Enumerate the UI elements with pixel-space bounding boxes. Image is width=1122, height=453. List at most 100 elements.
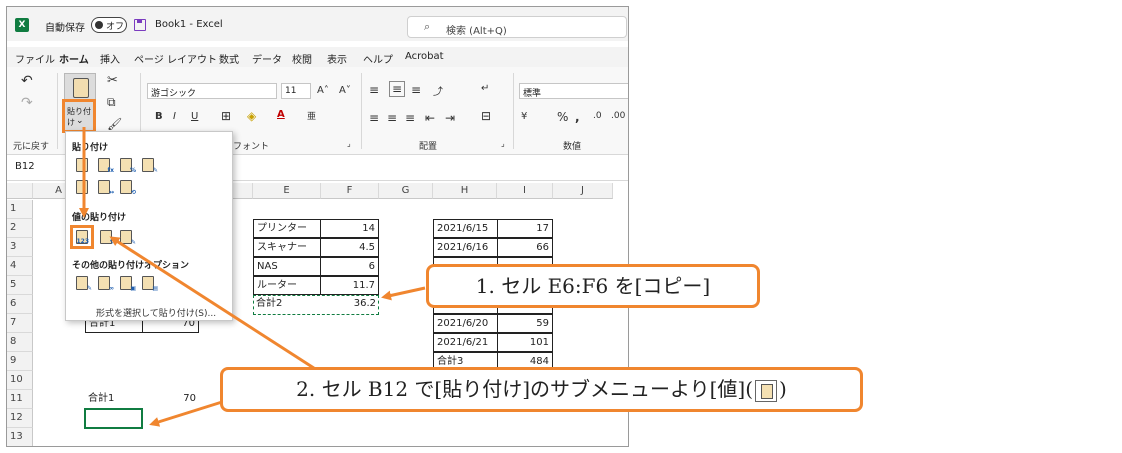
paste-all-icon[interactable] — [74, 156, 92, 174]
align-dialog-launcher-icon[interactable]: ⌟ — [501, 139, 505, 148]
cell-F4[interactable]: 6 — [320, 257, 379, 276]
autosave-toggle[interactable]: オフ — [91, 17, 127, 33]
format-painter-icon[interactable]: 🖌 — [107, 117, 122, 131]
increase-indent-icon[interactable]: ⇥ — [445, 111, 455, 125]
decrease-decimal-icon[interactable]: .00 — [611, 111, 625, 121]
cell-F5[interactable]: 11.7 — [320, 276, 379, 295]
cell-E2[interactable]: プリンター — [253, 219, 321, 238]
font-dialog-launcher-icon[interactable]: ⌟ — [347, 139, 351, 148]
fill-color-icon[interactable]: ◈ — [247, 109, 256, 123]
paste-picture-icon[interactable]: ▣ — [118, 274, 136, 292]
align-center-icon[interactable]: ≡ — [387, 111, 397, 125]
align-left-icon[interactable]: ≡ — [369, 111, 379, 125]
menu-data[interactable]: データ — [252, 51, 282, 66]
row-header[interactable]: 9 — [7, 352, 33, 371]
row-header[interactable]: 7 — [7, 314, 33, 333]
row-header[interactable]: 1 — [7, 200, 33, 219]
paste-values-source-format-icon[interactable]: ✎ — [118, 228, 136, 246]
menu-file[interactable]: ファイル — [15, 51, 55, 66]
paste-special-item[interactable]: 形式を選択して貼り付け(S)... — [96, 306, 216, 319]
orientation-icon[interactable]: ⤴ — [433, 83, 443, 98]
menu-formulas[interactable]: 数式 — [219, 51, 239, 66]
align-right-icon[interactable]: ≡ — [405, 111, 415, 125]
name-box[interactable]: B12 — [11, 161, 67, 177]
italic-icon[interactable]: I — [173, 111, 176, 122]
shrink-font-icon[interactable]: A˅ — [339, 85, 351, 96]
cell-H3[interactable]: 2021/6/16 — [433, 238, 498, 257]
selected-cell-B12[interactable] — [84, 408, 143, 429]
paste-transpose-icon[interactable]: ⟲ — [118, 178, 136, 196]
underline-icon[interactable]: U — [191, 111, 198, 122]
cell-F2[interactable]: 14 — [320, 219, 379, 238]
increase-decimal-icon[interactable]: .0 — [593, 111, 602, 121]
percent-icon[interactable]: % — [557, 110, 568, 124]
align-top-icon[interactable]: ≡ — [369, 83, 379, 97]
row-header[interactable]: 13 — [7, 428, 33, 446]
decrease-indent-icon[interactable]: ⇤ — [425, 111, 435, 125]
paste-formulas-number-format-icon[interactable]: % — [118, 156, 136, 174]
select-all-corner[interactable] — [7, 183, 33, 199]
menu-insert[interactable]: 挿入 — [100, 51, 120, 66]
paste-keep-column-width-icon[interactable]: ↔ — [96, 178, 114, 196]
cell-E5[interactable]: ルーター — [253, 276, 321, 295]
row-header[interactable]: 8 — [7, 333, 33, 352]
grow-font-icon[interactable]: A˄ — [317, 85, 329, 96]
menu-view[interactable]: 表示 — [327, 51, 347, 66]
phonetic-icon[interactable]: 亜 — [307, 109, 316, 122]
menu-review[interactable]: 校閲 — [292, 51, 312, 66]
merge-cells-icon[interactable]: ⊟ — [481, 109, 491, 123]
cell-I8[interactable]: 101 — [497, 333, 553, 352]
paste-values-icon[interactable]: 123 — [70, 225, 94, 249]
paste-values-number-format-icon[interactable]: % — [98, 228, 116, 246]
row-header[interactable]: 6 — [7, 295, 33, 314]
redo-icon[interactable]: ↷ — [21, 95, 33, 111]
cell-E3[interactable]: スキャナー — [253, 238, 321, 257]
column-header[interactable]: I — [497, 183, 553, 199]
column-header[interactable]: G — [379, 183, 433, 199]
cell-H8[interactable]: 2021/6/21 — [433, 333, 498, 352]
search-box[interactable]: ⌕ 検索 (Alt+Q) — [407, 16, 627, 38]
copy-icon[interactable]: ⧉ — [107, 95, 116, 110]
row-header[interactable]: 2 — [7, 219, 33, 238]
row-header[interactable]: 4 — [7, 257, 33, 276]
align-middle-icon[interactable]: ≡ — [389, 81, 406, 97]
borders-icon[interactable]: ⊞ — [221, 109, 231, 123]
column-header[interactable]: E — [253, 183, 321, 199]
bold-icon[interactable]: B — [155, 111, 163, 122]
paste-link-icon[interactable]: ∞ — [96, 274, 114, 292]
undo-icon[interactable]: ↶ — [21, 73, 33, 89]
column-header[interactable]: H — [433, 183, 497, 199]
paste-linked-picture-icon[interactable]: ▤ — [140, 274, 158, 292]
menu-page-layout[interactable]: ページ レイアウト — [134, 51, 217, 66]
column-header[interactable]: F — [321, 183, 379, 199]
font-color-icon[interactable]: A — [277, 109, 285, 120]
accounting-format-icon[interactable]: ¥ — [521, 111, 527, 122]
font-size-select[interactable]: 11 — [281, 83, 311, 99]
cell-F3[interactable]: 4.5 — [320, 238, 379, 257]
menu-help[interactable]: ヘルプ — [363, 51, 393, 66]
cell-C11[interactable]: 70 — [142, 390, 199, 409]
menu-acrobat[interactable]: Acrobat — [405, 51, 444, 62]
row-header[interactable]: 5 — [7, 276, 33, 295]
cell-I3[interactable]: 66 — [497, 238, 553, 257]
cell-E4[interactable]: NAS — [253, 257, 321, 276]
paste-formatting-icon[interactable]: ✎ — [74, 274, 92, 292]
align-bottom-icon[interactable]: ≡ — [411, 83, 421, 97]
paste-dropdown-button[interactable]: ⌄ — [62, 99, 96, 133]
paste-keep-source-format-icon[interactable]: ✎ — [140, 156, 158, 174]
cut-icon[interactable]: ✂ — [107, 73, 118, 88]
number-format-select[interactable]: 標準 — [519, 83, 628, 99]
column-header[interactable]: J — [553, 183, 613, 199]
cell-I2[interactable]: 17 — [497, 219, 553, 238]
save-icon[interactable] — [134, 19, 146, 31]
paste-no-borders-icon[interactable] — [74, 178, 92, 196]
row-header[interactable]: 12 — [7, 409, 33, 428]
cell-H2[interactable]: 2021/6/15 — [433, 219, 498, 238]
font-name-select[interactable]: 游ゴシック — [147, 83, 277, 99]
cell-I7[interactable]: 59 — [497, 314, 553, 333]
cell-H7[interactable]: 2021/6/20 — [433, 314, 498, 333]
row-header[interactable]: 11 — [7, 390, 33, 409]
row-header[interactable]: 3 — [7, 238, 33, 257]
wrap-text-icon[interactable]: ↵ — [481, 83, 489, 94]
paste-formulas-icon[interactable]: fx — [96, 156, 114, 174]
